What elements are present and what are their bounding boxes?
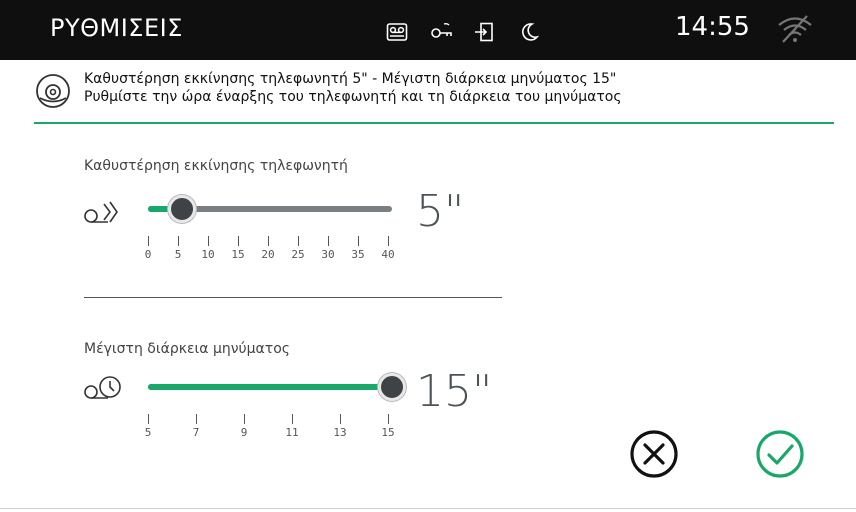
start-delay-slider[interactable] bbox=[148, 195, 392, 223]
max-duration-slider-handle[interactable] bbox=[378, 373, 406, 401]
scale-tick bbox=[244, 414, 245, 424]
scale-tick bbox=[298, 236, 299, 246]
scale-tick bbox=[388, 236, 389, 246]
scale-tick bbox=[148, 236, 149, 246]
scale-tick bbox=[268, 236, 269, 246]
max-duration-scale: 5 7 9 11 13 15 bbox=[144, 414, 395, 448]
scale-tick bbox=[358, 236, 359, 246]
start-delay-value: 5" bbox=[416, 186, 465, 237]
scale-tick bbox=[148, 414, 149, 424]
max-duration-label: Μέγιστη διάρκεια μηνύματος bbox=[84, 341, 290, 357]
start-delay-label: Καθυστέρηση εκκίνησης τηλεφωνητή bbox=[84, 158, 348, 174]
scale-tick-label: 10 bbox=[201, 248, 215, 261]
cancel-button[interactable] bbox=[624, 424, 684, 484]
scale-tick bbox=[388, 414, 389, 424]
cancel-circle-icon bbox=[630, 430, 678, 478]
max-duration-slider-fill bbox=[148, 384, 392, 390]
bottom-border bbox=[0, 508, 856, 509]
info-line-2: Ρυθμίστε την ώρα έναρξης του τηλεφωνητή … bbox=[84, 89, 622, 105]
scale-tick-label: 35 bbox=[351, 248, 365, 261]
scale-tick bbox=[196, 414, 197, 424]
tape-timer-icon bbox=[82, 372, 126, 402]
scale-tick bbox=[340, 414, 341, 424]
scale-tick-label: 0 bbox=[144, 248, 152, 261]
start-delay-slider-handle[interactable] bbox=[168, 195, 196, 223]
info-line-1: Καθυστέρηση εκκίνησης τηλεφωνητή 5" - Μέ… bbox=[84, 71, 617, 87]
scale-tick bbox=[178, 236, 179, 246]
scale-tick-label: 15 bbox=[381, 426, 395, 439]
confirm-check-icon bbox=[756, 430, 804, 478]
door-exit-icon bbox=[474, 22, 496, 42]
scale-tick bbox=[328, 236, 329, 246]
clock-time: 14:55 bbox=[675, 12, 750, 42]
status-icons bbox=[386, 22, 540, 42]
confirm-button[interactable] bbox=[750, 424, 810, 484]
answering-machine-icon bbox=[386, 22, 408, 42]
max-duration-slider[interactable] bbox=[148, 373, 406, 401]
divider bbox=[34, 122, 834, 124]
page-title: ΡΥΘΜΙΣΕΙΣ bbox=[50, 14, 183, 42]
scale-tick bbox=[238, 236, 239, 246]
scale-tick-label: 5 bbox=[144, 426, 152, 439]
scale-tick-label: 30 bbox=[321, 248, 335, 261]
top-bar: ΡΥΘΜΙΣΕΙΣ 14:55 bbox=[0, 0, 856, 60]
scale-tick-label: 13 bbox=[333, 426, 347, 439]
info-text: Καθυστέρηση εκκίνησης τηλεφωνητή 5" - Μέ… bbox=[84, 70, 622, 106]
scale-tick-label: 7 bbox=[192, 426, 200, 439]
moon-icon bbox=[518, 22, 540, 42]
key-icon bbox=[430, 22, 452, 42]
scale-tick-label: 40 bbox=[381, 248, 395, 261]
scale-tick-label: 15 bbox=[231, 248, 245, 261]
scale-tick bbox=[292, 414, 293, 424]
divider bbox=[84, 297, 502, 298]
answering-machine-icon bbox=[34, 72, 72, 110]
scale-tick-label: 5 bbox=[174, 248, 182, 261]
wifi-off-icon bbox=[775, 14, 815, 44]
scale-tick-label: 20 bbox=[261, 248, 275, 261]
scale-tick-label: 25 bbox=[291, 248, 305, 261]
tape-play-icon bbox=[82, 196, 126, 226]
scale-tick-label: 11 bbox=[285, 426, 299, 439]
scale-tick bbox=[208, 236, 209, 246]
max-duration-value: 15" bbox=[416, 366, 493, 417]
scale-tick-label: 9 bbox=[240, 426, 248, 439]
start-delay-scale: 0 5 10 15 20 25 30 35 40 bbox=[144, 236, 395, 270]
